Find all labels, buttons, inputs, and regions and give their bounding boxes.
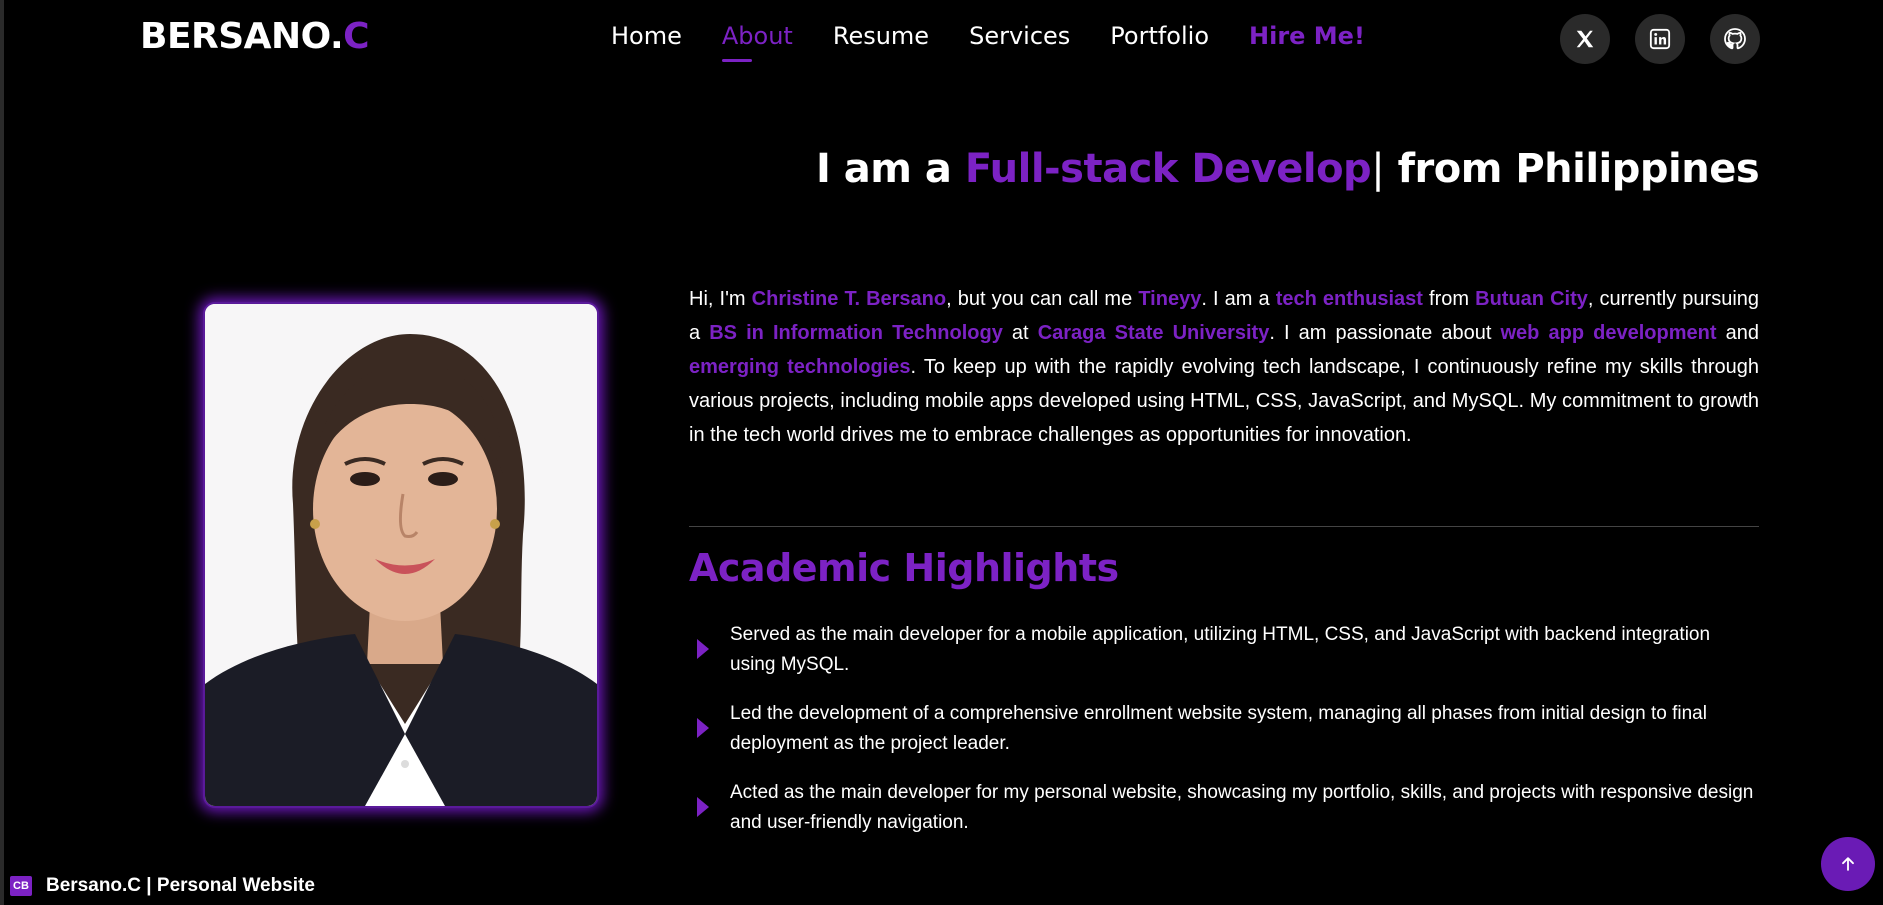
highlight-text: Led the development of a comprehensive e… bbox=[730, 703, 1707, 754]
highlight-term: Christine T. Bersano bbox=[751, 288, 947, 310]
paragraph-text: . I am passionate about bbox=[1269, 322, 1501, 344]
nav-resume[interactable]: Resume bbox=[833, 22, 929, 56]
profile-portrait bbox=[205, 304, 597, 806]
linkedin-icon bbox=[1649, 28, 1671, 50]
nav-portfolio[interactable]: Portfolio bbox=[1110, 22, 1209, 56]
window-title: Bersano.C | Personal Website bbox=[46, 875, 315, 896]
profile-photo bbox=[203, 302, 599, 808]
caret-right-icon bbox=[697, 718, 709, 738]
highlight-text: Served as the main developer for a mobil… bbox=[730, 624, 1711, 675]
window-edge bbox=[0, 0, 4, 905]
nav-hire-me[interactable]: Hire Me! bbox=[1249, 22, 1365, 56]
highlight-text: Acted as the main developer for my perso… bbox=[730, 782, 1754, 833]
paragraph-text: at bbox=[1002, 322, 1038, 344]
list-item: Served as the main developer for a mobil… bbox=[689, 620, 1759, 680]
paragraph-text: from bbox=[1422, 288, 1476, 310]
github-link[interactable] bbox=[1710, 14, 1760, 64]
list-item: Acted as the main developer for my perso… bbox=[689, 778, 1759, 838]
hero-prefix: I am a bbox=[816, 146, 965, 192]
caret-right-icon bbox=[697, 639, 709, 659]
x-icon bbox=[1576, 30, 1594, 48]
highlight-term: BS in Information Technology bbox=[709, 322, 1003, 344]
list-item: Led the development of a comprehensive e… bbox=[689, 699, 1759, 759]
x-link[interactable] bbox=[1560, 14, 1610, 64]
github-icon bbox=[1724, 28, 1746, 50]
typing-cursor: | bbox=[1371, 146, 1385, 192]
logo-text: BERSANO. bbox=[140, 16, 344, 57]
linkedin-link[interactable] bbox=[1635, 14, 1685, 64]
taskbar-window[interactable]: CB Bersano.C | Personal Website bbox=[0, 875, 315, 897]
academic-highlights-list: Served as the main developer for a mobil… bbox=[689, 620, 1759, 857]
hero-suffix: from Philippines bbox=[1384, 146, 1760, 192]
highlight-term: web app development bbox=[1500, 322, 1717, 344]
site-logo[interactable]: BERSANO.C bbox=[140, 16, 370, 57]
hero-typed-text: Full-stack Develop bbox=[964, 146, 1372, 192]
main-nav: Home About Resume Services Portfolio Hir… bbox=[611, 22, 1405, 62]
nav-home[interactable]: Home bbox=[611, 22, 682, 56]
highlight-term: Caraga State University bbox=[1037, 322, 1270, 344]
logo-accent: C bbox=[343, 16, 370, 57]
section-divider bbox=[689, 526, 1759, 527]
paragraph-text: Hi, I'm bbox=[689, 288, 752, 310]
nav-about[interactable]: About bbox=[721, 22, 793, 62]
favicon: CB bbox=[10, 876, 32, 896]
paragraph-text: and bbox=[1716, 322, 1759, 344]
arrow-up-icon bbox=[1842, 857, 1854, 871]
academic-highlights-title: Academic Highlights bbox=[689, 546, 1119, 590]
caret-right-icon bbox=[697, 797, 709, 817]
back-to-top-button[interactable] bbox=[1821, 837, 1875, 891]
paragraph-text: . I am a bbox=[1201, 288, 1276, 310]
highlight-term: Tineyy bbox=[1138, 288, 1202, 310]
about-paragraph: Hi, I'm Christine T. Bersano, but you ca… bbox=[689, 282, 1759, 452]
highlight-term: emerging technologies bbox=[689, 356, 911, 378]
paragraph-text: , but you can call me bbox=[946, 288, 1139, 310]
highlight-term: tech enthusiast bbox=[1275, 288, 1423, 310]
hero-heading: I am a Full-stack Develop| from Philippi… bbox=[816, 146, 1760, 192]
highlight-term: Butuan City bbox=[1475, 288, 1588, 310]
social-links bbox=[1560, 14, 1760, 64]
nav-services[interactable]: Services bbox=[969, 22, 1070, 56]
